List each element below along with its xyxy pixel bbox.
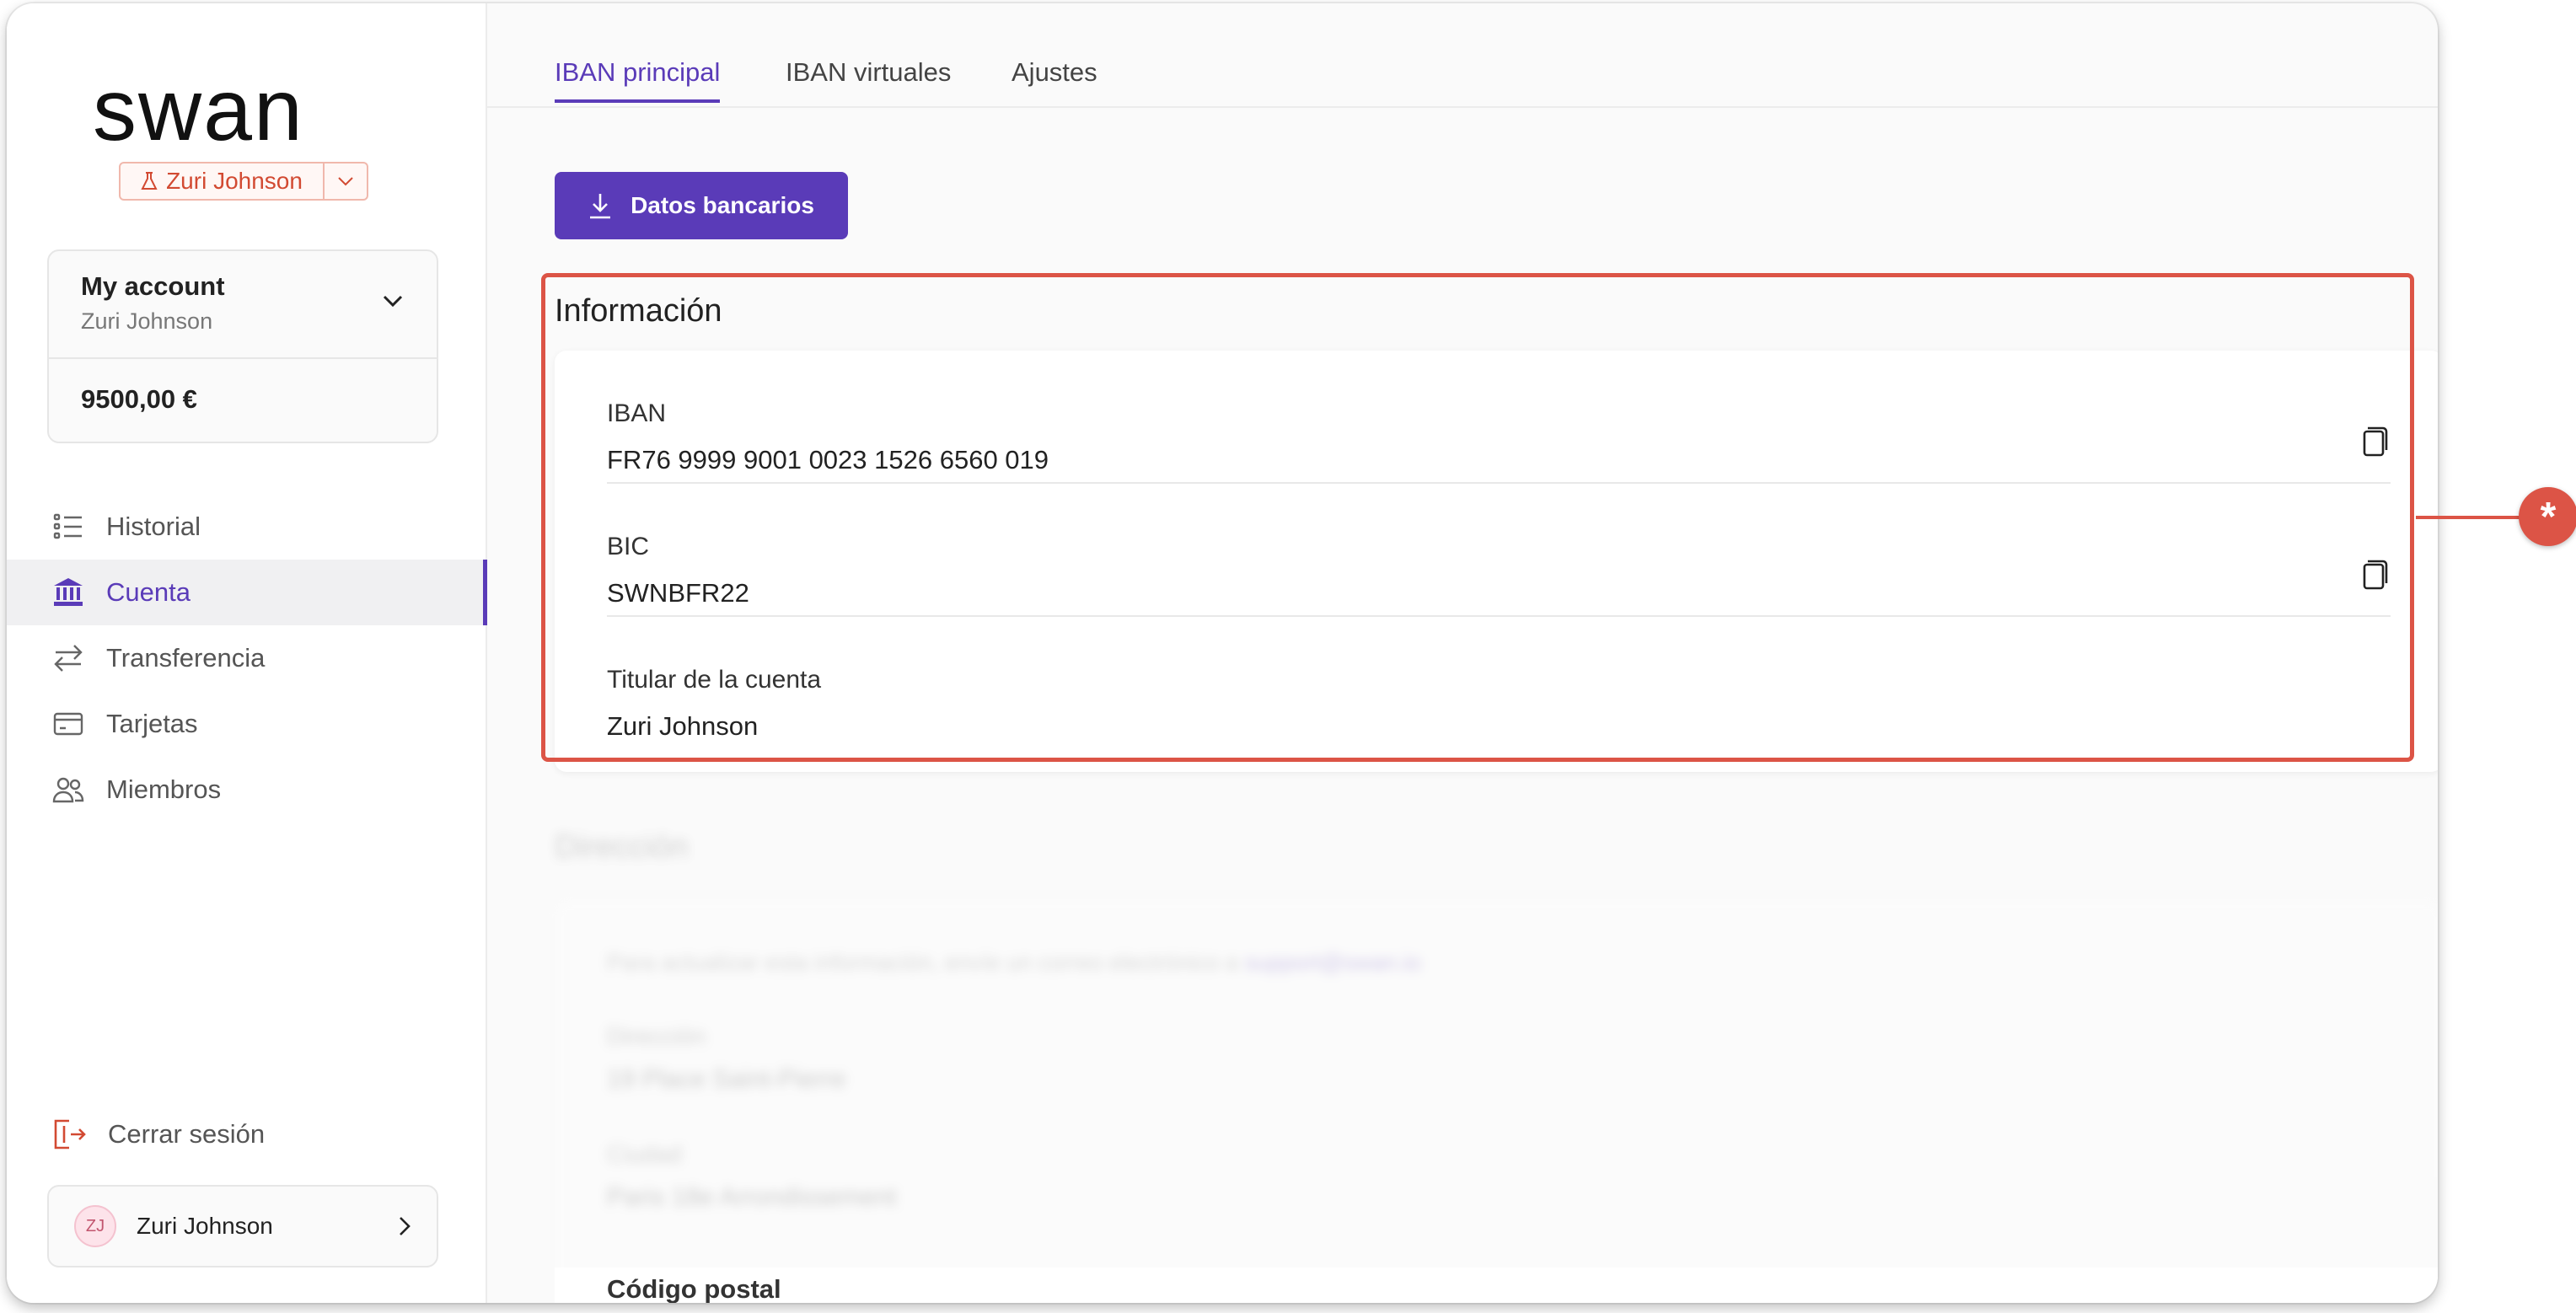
sidebar-item-label: Miembros (106, 774, 222, 804)
bic-label: BIC (607, 533, 650, 560)
iban-label: IBAN (607, 399, 667, 427)
callout-marker: * (2519, 487, 2576, 546)
address-card: Para actualizar esta información, envíe … (555, 899, 2438, 1303)
info-card: IBAN FR76 9999 9001 0023 1526 6560 019 B… (555, 351, 2438, 772)
avatar: ZJ (74, 1205, 116, 1247)
sidebar-item-transferencia[interactable]: Transferencia (7, 625, 487, 691)
sidebar-item-cuenta[interactable]: Cuenta (7, 560, 487, 625)
logout-button[interactable]: Cerrar sesión (52, 1117, 265, 1151)
tab-iban-virtuales[interactable]: IBAN virtuales (786, 57, 951, 99)
info-section-title: Información (555, 293, 722, 329)
iban-value: FR76 9999 9001 0023 1526 6560 019 (607, 445, 1049, 474)
account-holder: Zuri Johnson (81, 308, 213, 334)
address-title: Dirección (555, 829, 689, 865)
account-holder-value: Zuri Johnson (607, 711, 759, 741)
transfer-icon (54, 645, 83, 672)
sidebar-item-label: Cuenta (106, 577, 191, 607)
flask-icon (141, 172, 158, 190)
download-bank-details-button[interactable]: Datos bancarios (555, 172, 848, 239)
account-holder-label: Titular de la cuenta (607, 666, 822, 694)
sidebar-item-historial[interactable]: Historial (7, 494, 487, 560)
sidebar-item-label: Transferencia (106, 643, 266, 673)
main-content: IBAN principal IBAN virtuales Ajustes Da… (487, 3, 2438, 1303)
city-label: Ciudad (607, 1141, 682, 1167)
environment-user-label: Zuri Johnson (166, 168, 303, 194)
bic-value: SWNBFR22 (607, 578, 749, 608)
account-switcher[interactable]: My account Zuri Johnson 9500,00 € (47, 249, 438, 443)
support-email-link[interactable]: support@swan.io (1244, 950, 1420, 975)
sidebar-nav: Historial Cuenta Transferencia Tarjetas … (7, 494, 487, 823)
chevron-right-icon (400, 1217, 411, 1235)
card-icon (53, 712, 83, 736)
svg-text:swan: swan (93, 69, 304, 159)
bic-row: BIC SWNBFR22 (607, 484, 2391, 617)
download-icon (590, 194, 611, 219)
address-note-text: Para actualizar esta información, envíe … (607, 950, 1238, 975)
callout-line (2416, 516, 2522, 519)
environment-user[interactable]: Zuri Johnson (121, 163, 325, 199)
bank-icon (54, 578, 83, 606)
app-window: swan Zuri Johnson My account Zuri Johnso… (7, 3, 2438, 1303)
postal-code-label: Código postal (555, 1267, 2438, 1303)
sidebar-item-miembros[interactable]: Miembros (7, 757, 487, 823)
sidebar-item-label: Historial (106, 512, 201, 541)
chevron-down-icon (383, 295, 403, 308)
account-switcher-header[interactable]: My account Zuri Johnson (49, 251, 437, 359)
user-name: Zuri Johnson (137, 1213, 273, 1239)
logout-icon (54, 1119, 86, 1150)
address-note: Para actualizar esta información, envíe … (607, 950, 2391, 976)
copy-icon[interactable] (2357, 558, 2391, 592)
copy-icon[interactable] (2357, 425, 2391, 458)
tab-iban-principal[interactable]: IBAN principal (555, 57, 721, 103)
sidebar-item-label: Tarjetas (106, 709, 198, 738)
members-icon (52, 777, 84, 803)
iban-row: IBAN FR76 9999 9001 0023 1526 6560 019 (607, 351, 2391, 484)
account-holder-row: Titular de la cuenta Zuri Johnson (607, 617, 2391, 750)
list-icon (53, 513, 82, 539)
sidebar-item-tarjetas[interactable]: Tarjetas (7, 691, 487, 757)
swan-logo[interactable]: swan (93, 62, 310, 162)
city-value: Paris 18e Arrondissement (607, 1183, 897, 1211)
account-balance: 9500,00 € (81, 384, 197, 414)
environment-badge[interactable]: Zuri Johnson (119, 162, 368, 201)
chevron-down-icon (338, 177, 353, 186)
user-profile-button[interactable]: ZJ Zuri Johnson (47, 1185, 438, 1267)
account-tabs: IBAN principal IBAN virtuales Ajustes (487, 3, 2438, 108)
street-label: Dirección (607, 1023, 706, 1049)
environment-dropdown[interactable] (325, 163, 367, 199)
address-section: Dirección Para actualizar esta informaci… (555, 829, 2438, 1303)
sidebar: swan Zuri Johnson My account Zuri Johnso… (7, 3, 487, 1303)
account-name: My account (81, 271, 225, 301)
tab-ajustes[interactable]: Ajustes (1012, 57, 1097, 99)
download-label: Datos bancarios (631, 192, 814, 218)
street-value: 19 Place Saint-Pierre (607, 1065, 846, 1093)
logout-label: Cerrar sesión (108, 1119, 266, 1149)
